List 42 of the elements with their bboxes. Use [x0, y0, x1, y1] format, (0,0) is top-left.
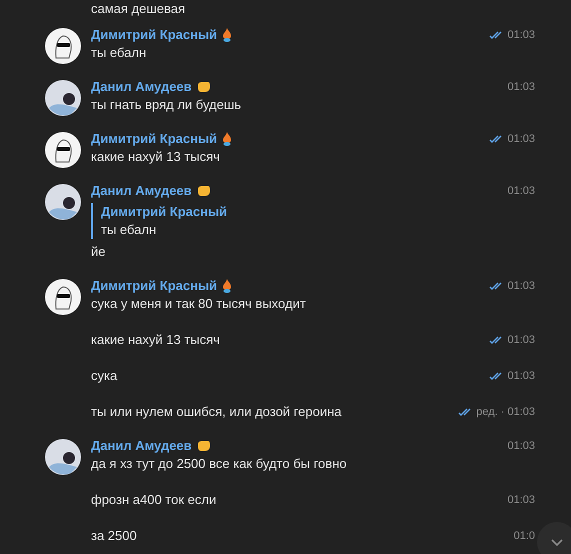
- message-time: 01:0: [514, 529, 535, 544]
- sender-name[interactable]: Димитрий Красный: [91, 277, 218, 295]
- message-time: 01:03: [507, 28, 535, 43]
- message-text: самая дешевая: [91, 1, 186, 16]
- message-text: ты или нулем ошибся, или дозой героина: [91, 403, 342, 421]
- message-text: за 2500: [91, 527, 137, 545]
- message-text: какие нахуй 13 тысяч: [91, 148, 221, 166]
- message-text: сука: [91, 367, 118, 385]
- avatar[interactable]: [45, 80, 81, 116]
- quoted-text: ты ебалн: [101, 221, 158, 239]
- avatar[interactable]: [45, 439, 81, 475]
- message-text: йе: [91, 243, 106, 261]
- quoted-sender: Димитрий Красный: [101, 203, 228, 221]
- message-text: да я хз тут до 2500 все как будто бы говно: [91, 455, 347, 473]
- sender-name[interactable]: Данил Амудеев: [91, 437, 192, 455]
- flame-icon: [222, 28, 232, 42]
- message-time: 01:03: [507, 369, 535, 384]
- sender-name[interactable]: Димитрий Красный: [91, 130, 218, 148]
- chevron-down-icon: [551, 538, 563, 546]
- message-time: 01:03: [507, 493, 535, 508]
- message-time: 01:03: [507, 279, 535, 294]
- message-time: 01:03: [507, 184, 535, 199]
- message-text: ты гнать вряд ли будешь: [91, 96, 242, 114]
- avatar[interactable]: [45, 279, 81, 315]
- flame-icon: [222, 132, 232, 146]
- message-text: фрозн а400 ток если: [91, 491, 216, 509]
- message-time: 01:03: [507, 333, 535, 348]
- message-text: какие нахуй 13 тысяч: [91, 331, 220, 349]
- avatar[interactable]: [45, 132, 81, 168]
- sender-name[interactable]: Данил Амудеев: [91, 78, 192, 96]
- message-time: 01:03: [507, 132, 535, 147]
- avatar[interactable]: [45, 184, 81, 220]
- edited-label: ред. ·: [476, 405, 504, 420]
- sender-name[interactable]: Данил Амудеев: [91, 182, 192, 200]
- message-time: 01:03: [507, 80, 535, 95]
- message-text: ты ебалн: [91, 44, 148, 62]
- sender-name[interactable]: Димитрий Красный: [91, 26, 218, 44]
- message-time: 01:03: [507, 405, 535, 420]
- message-text: сука у меня и так 80 тысяч выходит: [91, 295, 306, 313]
- flame-icon: [222, 279, 232, 293]
- message-time: 01:03: [507, 439, 535, 454]
- avatar[interactable]: [45, 28, 81, 64]
